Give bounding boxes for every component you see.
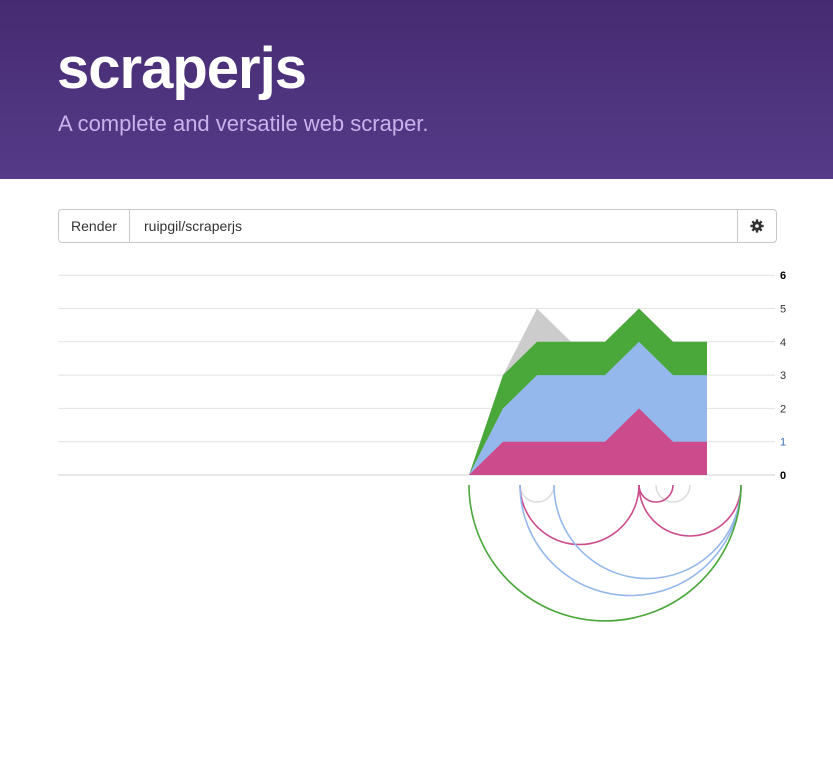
gear-icon: [750, 219, 764, 233]
y-tick-label: 0: [780, 470, 786, 482]
page-subtitle: A complete and versatile web scraper.: [58, 111, 429, 136]
arc-link: [638, 484, 742, 537]
render-toolbar: Render: [58, 209, 777, 243]
render-button[interactable]: Render: [59, 210, 130, 242]
y-tick-label: 5: [780, 304, 786, 316]
arc-link: [519, 484, 742, 597]
y-tick-label: 1: [780, 437, 786, 449]
contribution-chart: 0 1 2 3 4 5 6: [0, 270, 786, 622]
y-tick-label: 2: [780, 403, 786, 415]
arc-link: [468, 484, 742, 622]
y-tick-label: 6: [780, 270, 786, 282]
y-tick-label: 3: [780, 370, 786, 382]
page-header: scraperjs A complete and versatile web s…: [0, 0, 833, 179]
arc-link: [519, 484, 640, 546]
y-tick-label: 4: [780, 337, 786, 349]
arc-link: [519, 484, 555, 503]
repo-input[interactable]: [131, 210, 736, 242]
page-title: scraperjs: [57, 36, 307, 101]
settings-button[interactable]: [737, 210, 776, 242]
